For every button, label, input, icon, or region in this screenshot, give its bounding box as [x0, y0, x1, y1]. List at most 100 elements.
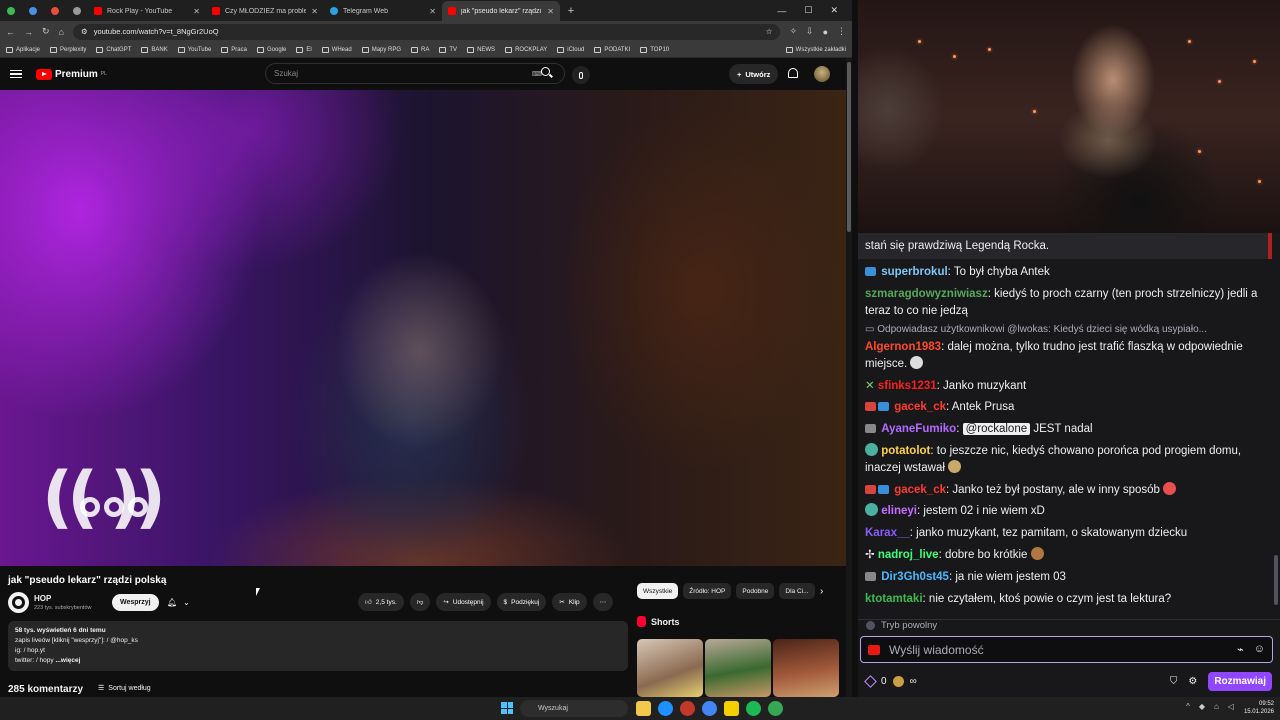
subscription-bell-button[interactable]: 🔔︎ ⌄ [161, 594, 197, 611]
chat-username[interactable]: nadroj_live [878, 549, 939, 561]
short-thumbnail[interactable] [705, 639, 771, 697]
windows-start-icon[interactable] [501, 702, 513, 714]
channel-avatar[interactable] [8, 592, 29, 613]
close-tab-icon[interactable]: ✕ [193, 7, 200, 16]
create-button[interactable]: + Utwórz [729, 64, 779, 84]
tab-telegram[interactable]: Telegram Web ✕ [324, 1, 442, 21]
tab-pinned-3[interactable] [44, 0, 66, 21]
opera-icon[interactable] [680, 701, 695, 716]
chip-all[interactable]: Wszystkie [637, 583, 679, 599]
chat-username[interactable]: superbrokul [881, 266, 947, 278]
like-button[interactable]: 👍︎ 2,5 tys. [358, 593, 404, 611]
bookmark-item[interactable]: TV [439, 46, 457, 53]
show-more-link[interactable]: ...więcej [55, 657, 80, 664]
chat-username[interactable]: AyaneFumiko [881, 423, 956, 435]
chevron-up-icon[interactable]: ^ [1186, 702, 1190, 711]
reply-context[interactable]: ▭ Odpowiadasz użytkownikowi @lwokas: Kie… [865, 324, 1207, 335]
chat-username[interactable]: Karax__ [865, 527, 910, 539]
bookmark-item[interactable]: Google [256, 46, 286, 53]
reload-icon[interactable]: ↻ [42, 26, 50, 37]
bookmark-item[interactable]: PODATKI [594, 46, 630, 53]
chat-scrollbar[interactable] [1272, 233, 1280, 615]
tab-pinned-1[interactable] [0, 0, 22, 21]
chat-username[interactable]: Dir3Gh0st45 [881, 571, 949, 583]
chip-for-you[interactable]: Dla Ci... [779, 583, 815, 599]
bookmark-item[interactable]: YouTube [177, 46, 211, 53]
file-explorer-icon[interactable] [636, 701, 651, 716]
bookmark-item[interactable]: iCloud [557, 46, 584, 53]
dislike-button[interactable]: 👎︎ [409, 593, 431, 611]
chat-username[interactable]: gacek_ck [894, 401, 946, 413]
bookmark-item[interactable]: ChatGPT [96, 46, 131, 53]
more-actions-button[interactable]: ⋯ [592, 593, 614, 611]
bookmark-item[interactable]: Perplexity [50, 46, 86, 53]
back-icon[interactable]: ← [6, 27, 15, 37]
menu-icon[interactable]: ⋮ [837, 26, 846, 37]
share-button[interactable]: ↪ Udostępnij [436, 593, 491, 611]
profile-icon[interactable]: ● [823, 27, 828, 37]
chat-username[interactable]: Algernon1983 [865, 341, 941, 353]
short-thumbnail[interactable] [773, 639, 839, 697]
hamburger-menu-icon[interactable] [10, 69, 22, 79]
scrollbar-thumb[interactable] [1274, 555, 1278, 605]
chat-username[interactable]: ktotamtaki [865, 593, 923, 605]
bookmark-item[interactable]: RA [411, 46, 429, 53]
chip-source[interactable]: Źródło: HOP [683, 583, 732, 599]
channel-name[interactable]: HOP [34, 594, 51, 603]
notifications-bell-icon[interactable] [788, 68, 798, 78]
home-icon[interactable]: ⌂ [59, 27, 64, 37]
forward-icon[interactable]: → [24, 27, 33, 37]
extensions-icon[interactable]: ✧ [789, 26, 797, 37]
chat-username[interactable]: sfinks1231 [878, 380, 937, 392]
channel-points-icon[interactable] [864, 674, 877, 688]
minimize-icon[interactable]: — [777, 6, 786, 16]
site-info-icon[interactable]: ⚙ [81, 27, 88, 36]
sort-comments-button[interactable]: ☰ Sortuj według [98, 684, 151, 693]
search-icon[interactable] [541, 67, 550, 76]
bookmark-item[interactable]: NEWS [467, 46, 495, 53]
tab-mlodziez[interactable]: Czy MŁODZIEŻ ma problem pr... ✕ [206, 1, 324, 21]
chat-username[interactable]: szmaragdowyzniwiasz [865, 288, 988, 300]
video-description[interactable]: 58 tys. wyświetleń 6 dni temu zapis live… [8, 621, 628, 671]
new-tab-button[interactable]: + [560, 1, 582, 21]
chevron-right-icon[interactable]: › [820, 586, 823, 597]
close-tab-icon[interactable]: ✕ [311, 7, 318, 16]
url-field[interactable]: ⚙ youtube.com/watch?v=t_8NgGr2UoQ ☆ [72, 23, 781, 40]
network-icon[interactable]: ⌂ [1214, 702, 1219, 711]
chat-username[interactable]: potatolot [881, 445, 930, 457]
thanks-button[interactable]: $ Podziękuj [496, 593, 547, 611]
chip-similar[interactable]: Podobne [736, 583, 775, 599]
bookmark-item[interactable]: WHead [321, 46, 352, 53]
tab-rock-play[interactable]: Rock Play - YouTube ✕ [88, 1, 206, 21]
bookmark-item[interactable]: ROCKPLAY [505, 46, 547, 53]
tab-current-video[interactable]: jak "pseudo lekarz" rządzi p... ✕ [442, 1, 560, 21]
mute-icon[interactable]: ⌁ [1237, 643, 1244, 656]
chat-send-button[interactable]: Rozmawiaj [1208, 671, 1272, 691]
youtube-logo[interactable]: Premium PL [36, 68, 107, 80]
clip-button[interactable]: ✂ Klip [552, 593, 587, 611]
emote-picker-icon[interactable]: ☺ [1254, 643, 1265, 656]
taskbar-search[interactable]: Wyszukaj [520, 700, 628, 717]
mention[interactable]: @rockalone [962, 423, 1031, 435]
bookmark-item[interactable]: TOP10 [640, 46, 669, 53]
taskbar-clock[interactable]: 09:52 15.01.2026 [1244, 700, 1274, 716]
close-tab-icon[interactable]: ✕ [547, 7, 554, 16]
tray-app-icon[interactable]: ◆ [1199, 702, 1205, 711]
bookmark-item[interactable]: Mapy RPG [361, 46, 401, 53]
support-button[interactable]: Wesprzyj [112, 594, 159, 611]
chat-username[interactable]: elineyi [881, 505, 917, 517]
volume-icon[interactable]: ◁ [1228, 702, 1234, 711]
microphone-icon[interactable] [572, 66, 590, 84]
chat-username[interactable]: gacek_ck [894, 484, 946, 496]
tab-pinned-4[interactable] [66, 0, 88, 21]
downloads-icon[interactable]: ⇩ [806, 26, 814, 37]
bookmark-item[interactable]: BANK [141, 46, 168, 53]
user-avatar[interactable] [814, 66, 830, 82]
chrome-icon[interactable] [702, 701, 717, 716]
maximize-icon[interactable]: ☐ [804, 5, 812, 16]
video-player[interactable]: (( )) [0, 90, 846, 566]
edge-icon[interactable] [658, 701, 673, 716]
notes-icon[interactable] [724, 701, 739, 716]
close-window-icon[interactable]: ✕ [830, 5, 838, 16]
short-thumbnail[interactable] [637, 639, 703, 697]
